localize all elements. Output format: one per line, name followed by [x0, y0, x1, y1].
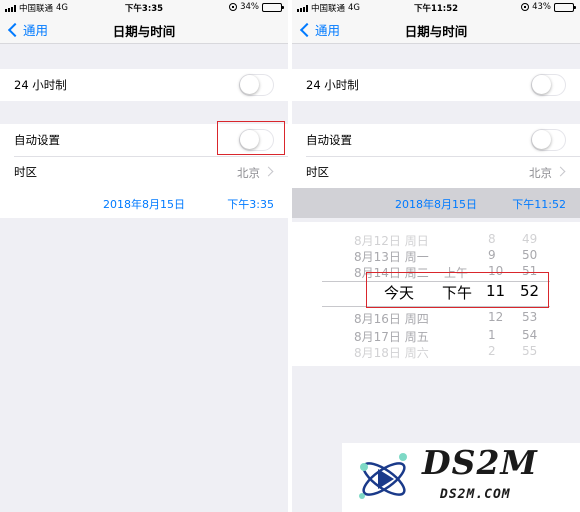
hour24-label: 24 小时制 [306, 78, 359, 92]
picker-date: 8月13日 周一 [354, 250, 429, 264]
watermark-domain: DS2M.COM [440, 487, 511, 502]
chevron-right-icon [263, 166, 274, 177]
hour24-toggle[interactable] [239, 74, 274, 96]
picker-date: 8月17日 周五 [354, 330, 429, 344]
timezone-label: 时区 [14, 165, 37, 179]
page-title: 日期与时间 [404, 24, 468, 39]
highlight-box-toggle [217, 121, 285, 155]
status-bar: 中国联通 4G 下午3:35 34% [0, 0, 288, 15]
status-bar: 中国联通 4G 下午11:52 43% [292, 0, 580, 15]
auto-set-label: 自动设置 [14, 133, 60, 147]
timezone-value: 北京 [529, 166, 552, 180]
nav-bar: 通用 日期与时间 [292, 15, 580, 44]
picker-hour: 8 [488, 232, 496, 246]
timezone-cell[interactable]: 时区 北京 [0, 156, 288, 188]
picker-date: 8月16日 周四 [354, 312, 429, 326]
picker-row[interactable]: 8月18日 周六 2 55 [292, 344, 580, 362]
watermark: DS2M DS2M.COM [342, 443, 580, 512]
datetime-row[interactable]: 2018年8月15日 下午11:52 [292, 188, 580, 218]
timezone-value: 北京 [237, 166, 260, 180]
auto-set-toggle[interactable] [531, 129, 566, 151]
picker-minute: 54 [522, 328, 538, 342]
hour24-cell: 24 小时制 [0, 69, 288, 101]
picker-minute: 53 [522, 310, 538, 324]
phone-screen-right: 中国联通 4G 下午11:52 43% 通用 日期与时间 24 小时制 自动设置… [292, 0, 580, 512]
page-title: 日期与时间 [112, 24, 176, 39]
picker-hour: 12 [488, 310, 504, 324]
watermark-brand: DS2M [422, 443, 538, 482]
picker-minute: 50 [522, 248, 538, 262]
auto-set-cell: 自动设置 [292, 124, 580, 156]
hour24-cell: 24 小时制 [292, 69, 580, 101]
rotation-lock-icon [521, 3, 530, 11]
picker-minute: 55 [522, 344, 538, 358]
picker-hour: 1 [488, 328, 496, 342]
auto-set-label: 自动设置 [306, 133, 352, 147]
picker-hour: 9 [488, 248, 496, 262]
battery-percent: 43% [532, 2, 551, 12]
picker-date: 8月12日 周日 [354, 234, 429, 248]
atom-logo-icon [359, 453, 407, 499]
rotation-lock-icon [229, 3, 238, 11]
picker-row[interactable]: 8月16日 周四 12 53 [292, 310, 580, 328]
hour24-label: 24 小时制 [14, 78, 67, 92]
nav-bar: 通用 日期与时间 [0, 15, 288, 44]
hour24-group: 24 小时制 [292, 69, 580, 101]
battery-percent: 34% [240, 2, 259, 12]
phone-screen-left: 中国联通 4G 下午3:35 34% 通用 日期与时间 24 小时制 自动设置 … [0, 0, 288, 512]
hour24-group: 24 小时制 [0, 69, 288, 101]
picker-hour: 2 [488, 344, 496, 358]
battery-icon [554, 2, 576, 12]
auto-group: 自动设置 时区 北京 [292, 124, 580, 188]
time-value: 下午3:35 [227, 198, 274, 211]
date-value: 2018年8月15日 [103, 198, 185, 211]
picker-date: 8月18日 周六 [354, 346, 429, 360]
chevron-right-icon [555, 166, 566, 177]
timezone-cell[interactable]: 时区 北京 [292, 156, 580, 188]
hour24-toggle[interactable] [531, 74, 566, 96]
highlight-box-picker [366, 272, 549, 308]
datetime-row[interactable]: 2018年8月15日 下午3:35 [0, 188, 288, 218]
time-value: 下午11:52 [512, 198, 566, 211]
battery-icon [262, 2, 284, 12]
date-value: 2018年8月15日 [395, 198, 477, 211]
picker-minute: 49 [522, 232, 538, 246]
timezone-label: 时区 [306, 165, 329, 179]
